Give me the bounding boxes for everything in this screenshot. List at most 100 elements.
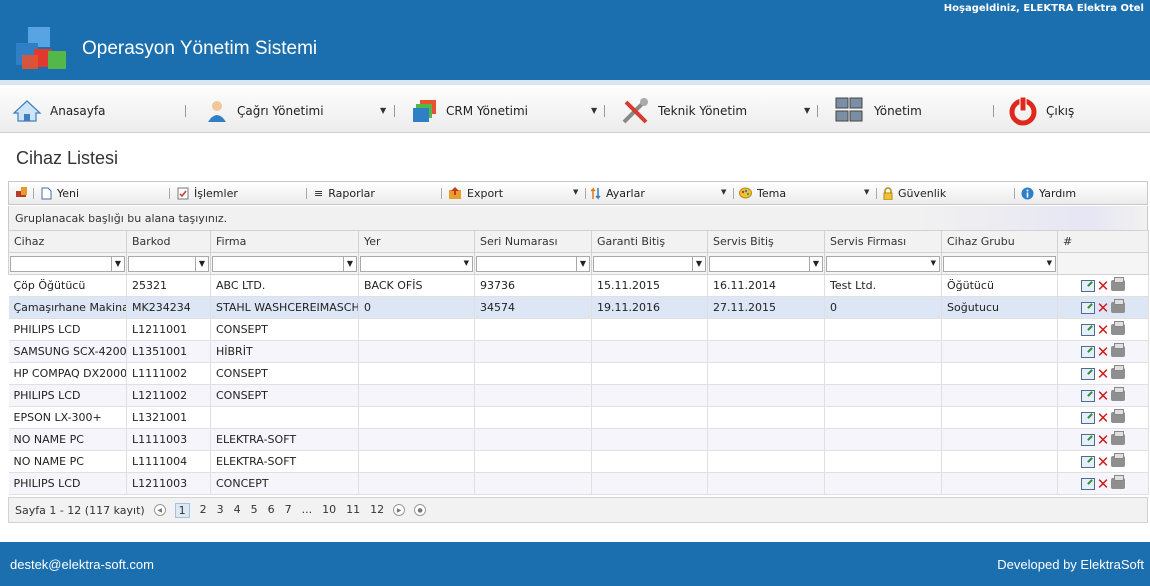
delete-icon[interactable]: ✕ [1096,344,1110,359]
filter-icon[interactable]: ▼ [576,255,590,272]
table-row[interactable]: Çöp Öğütücü 25321 ABC LTD. BACK OFİS 93736 15… [8,274,1149,297]
edit-icon[interactable] [1081,279,1095,292]
table-row[interactable]: NO NAME PC L1111004 ELEKTRA-SOFT ✕ [8,450,1149,473]
page-link[interactable]: 12 [370,503,384,518]
chevron-down-icon[interactable]: ▼ [573,188,578,196]
column-header-service-end[interactable]: Servis Bitiş [707,230,825,253]
page-link[interactable]: 1 [174,502,190,518]
column-header-service-company[interactable]: Servis Firması [824,230,942,253]
column-header-barcode[interactable]: Barkod [126,230,211,253]
nav-home[interactable]: Anasayfa [12,88,105,133]
print-icon[interactable] [1111,321,1125,335]
show-all-icon[interactable]: ● [414,504,427,516]
column-header-serial[interactable]: Seri Numarası [474,230,592,253]
filter-icon[interactable]: ▼ [343,255,357,272]
print-icon[interactable] [1111,365,1125,379]
chevron-down-icon[interactable]: ▼ [931,259,936,267]
print-icon[interactable] [1111,387,1125,401]
page-link[interactable]: 4 [234,503,241,518]
print-icon[interactable] [1111,409,1125,423]
chevron-down-icon[interactable]: ▼ [380,106,386,115]
column-header-company[interactable]: Firma [210,230,359,253]
filter-icon[interactable]: ▼ [111,255,125,272]
print-icon[interactable] [1111,299,1125,313]
edit-icon[interactable] [1081,323,1095,336]
table-row[interactable]: EPSON LX-300+ L1321001 ✕ [8,406,1149,429]
nav-calls[interactable]: Çağrı Yönetimi [205,88,324,133]
page-link[interactable]: 7 [285,503,292,518]
delete-icon[interactable]: ✕ [1096,410,1110,425]
delete-icon[interactable]: ✕ [1096,278,1110,293]
table-row[interactable]: PHILIPS LCD L1211001 CONSEPT ✕ [8,318,1149,341]
filter-barcode-input[interactable]: ▼ [128,255,209,272]
filter-icon[interactable]: ▼ [692,255,706,272]
export-button[interactable]: Export [449,182,503,204]
help-button[interactable]: Yardım [1021,182,1076,204]
chevron-down-icon[interactable]: ▼ [464,259,469,267]
nav-management[interactable]: Yönetim [832,88,922,133]
edit-icon[interactable] [1081,477,1095,490]
settings-button[interactable]: Ayarlar [591,182,645,204]
table-row[interactable]: SAMSUNG SCX-4200 L1351001 HİBRİT ✕ [8,340,1149,363]
filter-device-group-select[interactable]: ▼ [943,255,1056,272]
operations-button[interactable]: İşlemler [177,182,238,204]
page-link[interactable]: 11 [346,503,360,518]
column-header-warranty-end[interactable]: Garanti Bitiş [591,230,708,253]
delete-icon[interactable]: ✕ [1096,322,1110,337]
edit-icon[interactable] [1081,411,1095,424]
chevron-down-icon[interactable]: ▼ [721,188,726,196]
filter-service-company-select[interactable]: ▼ [826,255,940,272]
delete-icon[interactable]: ✕ [1096,432,1110,447]
security-button[interactable]: Güvenlik [883,182,946,204]
filter-icon[interactable]: ▼ [809,255,823,272]
group-by-panel[interactable]: Gruplanacak başlığı bu alana taşıyınız. [8,206,1148,230]
page-link[interactable]: 3 [217,503,224,518]
chevron-down-icon[interactable]: ▼ [804,106,810,115]
edit-icon[interactable] [1081,389,1095,402]
print-icon[interactable] [1111,431,1125,445]
next-page-icon[interactable]: ▶ [393,504,406,516]
filter-company-input[interactable]: ▼ [212,255,357,272]
theme-button[interactable]: Tema [739,182,786,204]
support-email-link[interactable]: destek@elektra-soft.com [10,557,154,572]
nav-logout[interactable]: Çıkış [1008,88,1074,133]
delete-icon[interactable]: ✕ [1096,388,1110,403]
filter-warranty-date[interactable]: ▼ [593,255,706,272]
table-row[interactable]: PHILIPS LCD L1211002 CONSEPT ✕ [8,384,1149,407]
page-link[interactable]: 10 [322,503,336,518]
new-button[interactable]: Yeni [41,182,79,204]
edit-icon[interactable] [1081,367,1095,380]
filter-icon[interactable]: ▼ [195,255,209,272]
column-header-device[interactable]: Cihaz [8,230,127,253]
column-header-location[interactable]: Yer [358,230,475,253]
delete-icon[interactable]: ✕ [1096,300,1110,315]
column-header-device-group[interactable]: Cihaz Grubu [941,230,1058,253]
filter-device-input[interactable]: ▼ [10,255,125,272]
print-icon[interactable] [1111,453,1125,467]
edit-icon[interactable] [1081,301,1095,314]
edit-icon[interactable] [1081,345,1095,358]
nav-technical[interactable]: Teknik Yönetim [620,88,747,133]
delete-icon[interactable]: ✕ [1096,476,1110,491]
page-link[interactable]: 2 [200,503,207,518]
tb-tools[interactable] [15,182,29,204]
page-link[interactable]: 5 [251,503,258,518]
page-link[interactable]: 6 [268,503,275,518]
chevron-down-icon[interactable]: ▼ [864,188,869,196]
chevron-down-icon[interactable]: ▼ [591,106,597,115]
table-row[interactable]: HP COMPAQ DX2000 L1111002 CONSEPT ✕ [8,362,1149,385]
delete-icon[interactable]: ✕ [1096,366,1110,381]
delete-icon[interactable]: ✕ [1096,454,1110,469]
print-icon[interactable] [1111,277,1125,291]
table-row[interactable]: PHILIPS LCD L1211003 CONCEPT ✕ [8,472,1149,495]
prev-page-icon[interactable]: ◀ [153,504,166,516]
nav-crm[interactable]: CRM Yönetimi [412,88,528,133]
filter-serial-input[interactable]: ▼ [476,255,590,272]
table-row[interactable]: NO NAME PC L1111003 ELEKTRA-SOFT ✕ [8,428,1149,451]
table-row[interactable]: Çamaşırhane Makinal MK234234 STAHL WASHCER… [8,296,1149,319]
filter-location-select[interactable]: ▼ [360,255,473,272]
print-icon[interactable] [1111,343,1125,357]
print-icon[interactable] [1111,475,1125,489]
filter-service-date[interactable]: ▼ [709,255,823,272]
reports-button[interactable]: ≡ Raporlar [314,182,375,204]
